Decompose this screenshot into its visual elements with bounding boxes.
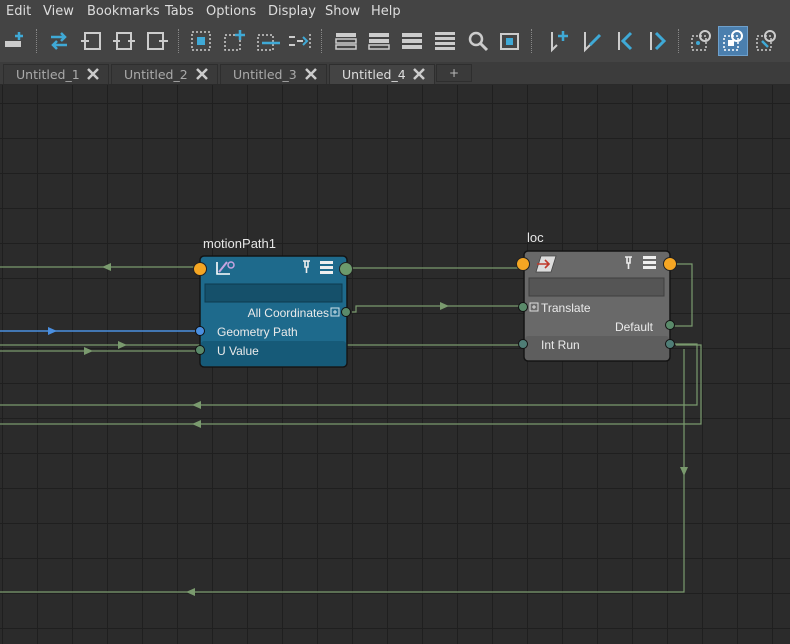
edit-bookmark-icon[interactable] [576, 26, 606, 56]
attribute-label: Int Run [541, 338, 580, 352]
connection-arrow [48, 327, 57, 335]
toolbar-separator [531, 29, 534, 53]
frame-selected-icon[interactable] [495, 26, 525, 56]
menu-edit[interactable]: Edit [6, 4, 31, 19]
tab-untitled-1[interactable]: Untitled_1 [3, 64, 109, 84]
remove-selected-icon[interactable] [252, 26, 282, 56]
simple-mode-icon[interactable] [331, 26, 361, 56]
attribute-output-port[interactable] [341, 307, 351, 317]
menu-options[interactable]: Options [206, 4, 256, 19]
attribute-label: Default [615, 320, 654, 334]
show-transforms-icon[interactable] [751, 26, 781, 56]
message-output-port[interactable] [339, 262, 353, 276]
connection-arrow [192, 420, 201, 428]
connection-arrow [186, 588, 195, 596]
tab-untitled-4[interactable]: Untitled_4 [329, 64, 435, 84]
graph-layout-icon[interactable] [285, 26, 315, 56]
tab-untitled-2[interactable]: Untitled_2 [111, 64, 218, 84]
full-mode-icon[interactable] [397, 26, 427, 56]
attribute-input-port[interactable] [195, 326, 205, 336]
toolbar-separator [321, 29, 324, 53]
toolbar [0, 24, 790, 62]
tab-bar: Untitled_1 Untitled_2 Untitled_3 Untitle… [0, 62, 790, 85]
connection-wire[interactable] [670, 263, 693, 327]
node-title: loc [527, 230, 544, 245]
add-tab-button[interactable]: + [436, 64, 472, 82]
connection-arrow [102, 263, 111, 271]
connection-arrow [192, 401, 201, 409]
custom-mode-icon[interactable] [430, 26, 460, 56]
attribute-input-port[interactable] [195, 345, 205, 355]
toolbar-separator [678, 29, 681, 53]
menu-bookmarks[interactable]: Bookmarks [87, 4, 160, 19]
swap-arrows-icon[interactable] [44, 26, 74, 56]
show-shapes-icon[interactable] [718, 26, 748, 56]
menu-view[interactable]: View [43, 4, 74, 19]
node-title: motionPath1 [203, 236, 276, 251]
attribute-label: U Value [217, 344, 259, 358]
attribute-label: All Coordinates [248, 306, 329, 320]
node-motionpath[interactable]: motionPath1 All Coordinates Geometry Pat… [193, 236, 353, 368]
connection-arrow [118, 341, 127, 349]
frame-all-icon[interactable] [186, 26, 216, 56]
add-node-icon[interactable] [0, 26, 30, 56]
tab-untitled-3[interactable]: Untitled_3 [220, 64, 327, 84]
close-icon[interactable] [304, 67, 318, 81]
message-input-port[interactable] [193, 262, 207, 276]
attribute-list-icon[interactable] [320, 261, 333, 274]
input-connections-icon[interactable] [77, 26, 107, 56]
node-loc[interactable]: loc Translate Default Int Run [516, 230, 677, 362]
attribute-label: Geometry Path [217, 325, 298, 339]
search-icon[interactable] [463, 26, 493, 56]
tab-label: Untitled_2 [124, 67, 188, 82]
attribute-output-port[interactable] [665, 320, 675, 330]
add-selected-icon[interactable] [219, 26, 249, 56]
output-connections-icon[interactable] [142, 26, 172, 56]
message-output-port[interactable] [663, 257, 677, 271]
connection-arrow [84, 347, 93, 355]
connection-arrow [440, 302, 449, 310]
connection-wire[interactable] [0, 349, 685, 593]
node-search-field[interactable] [528, 277, 665, 297]
connection-wire[interactable] [352, 305, 522, 313]
menu-tabs[interactable]: Tabs [165, 4, 194, 19]
connection-arrow [680, 467, 688, 476]
attribute-output-port[interactable] [665, 339, 675, 349]
attribute-input-port[interactable] [518, 339, 528, 349]
tab-label: Untitled_1 [16, 67, 80, 82]
close-icon[interactable] [86, 67, 100, 81]
previous-bookmark-icon[interactable] [609, 26, 639, 56]
attribute-label: Translate [541, 301, 591, 315]
message-input-port[interactable] [516, 257, 530, 271]
menu-bar: Edit View Bookmarks Tabs Options Display… [0, 0, 790, 24]
next-bookmark-icon[interactable] [642, 26, 672, 56]
close-icon[interactable] [195, 67, 209, 81]
attribute-list-icon[interactable] [643, 256, 656, 269]
input-output-connections-icon[interactable] [109, 26, 139, 56]
toggle-attribute-filter-icon[interactable] [686, 26, 716, 56]
menu-display[interactable]: Display [268, 4, 316, 19]
attribute-input-port[interactable] [518, 302, 528, 312]
tab-label: Untitled_3 [233, 67, 297, 82]
toolbar-separator [36, 29, 39, 53]
toolbar-separator [178, 29, 181, 53]
node-search-field[interactable] [204, 283, 343, 303]
node-graph-canvas[interactable]: motionPath1 All Coordinates Geometry Pat… [0, 85, 790, 644]
close-icon[interactable] [412, 67, 426, 81]
menu-help[interactable]: Help [371, 4, 401, 19]
bookmark-add-icon[interactable] [543, 26, 573, 56]
connected-mode-icon[interactable] [364, 26, 394, 56]
tab-label: Untitled_4 [342, 67, 406, 82]
menu-show[interactable]: Show [325, 4, 360, 19]
